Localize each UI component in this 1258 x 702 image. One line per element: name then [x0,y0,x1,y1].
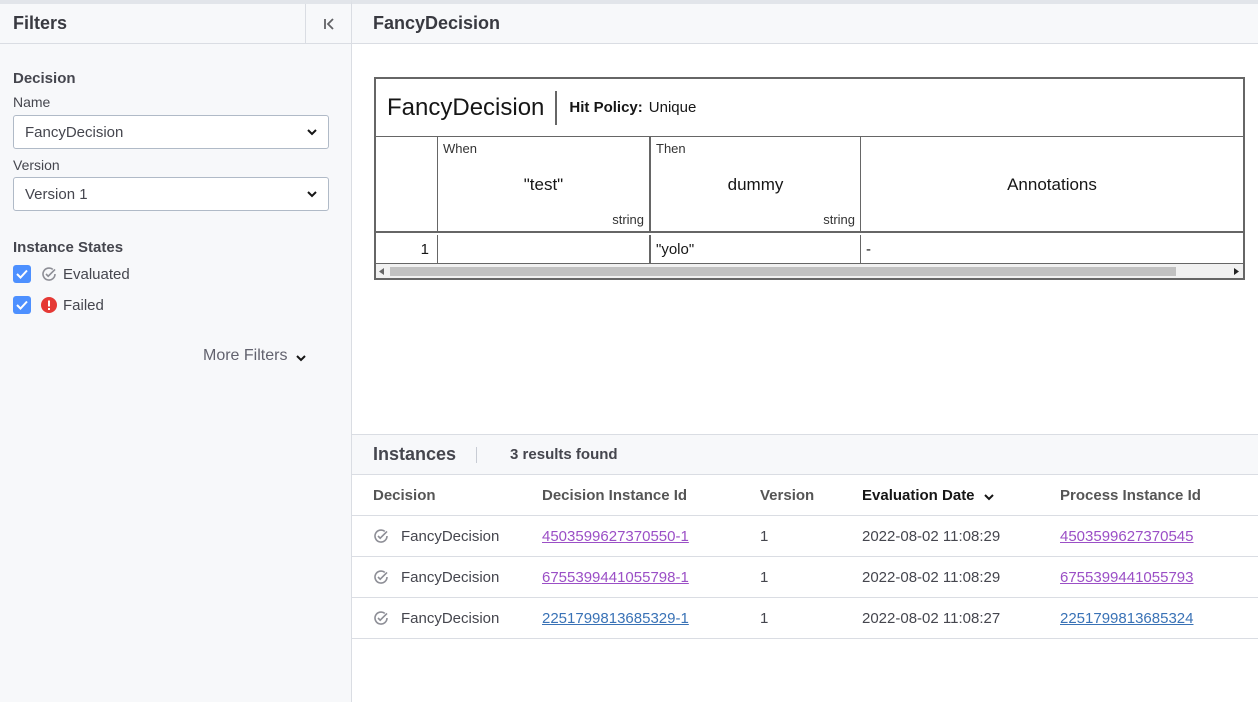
table-row: FancyDecision 6755399441055798-1 1 2022-… [352,557,1258,598]
output-header-cell[interactable]: Then dummy string [651,137,861,233]
evaluation-date-cell: 2022-08-02 11:08:29 [862,527,1001,545]
decision-section-label: Decision [13,70,76,87]
row-decision-cell: FancyDecision [373,598,499,638]
instances-header: Instances 3 results found [352,434,1258,475]
decision-instance-link[interactable]: 2251799813685329-1 [542,610,689,627]
output-name: dummy [727,175,784,194]
evaluated-label: Evaluated [63,265,130,283]
input-expression: "test" [523,175,564,194]
rule-input-cell [438,235,651,263]
annotations-header-cell: Annotations [861,137,1243,233]
col-version[interactable]: Version [760,475,814,515]
chevron-down-icon [307,129,317,136]
instances-table: Decision Decision Instance Id Version Ev… [352,475,1258,639]
name-select[interactable]: FancyDecision [13,115,329,149]
process-instance-link[interactable]: 2251799813685324 [1060,610,1193,627]
index-header-cell [376,137,438,233]
more-filters-button[interactable]: More Filters [203,347,307,365]
table-row: FancyDecision 4503599627370550-1 1 2022-… [352,516,1258,557]
filters-title: Filters [13,13,68,33]
filters-panel: Filters Decision Name FancyDecision Vers… [0,0,352,702]
hit-policy-label: Hit Policy: [569,99,643,116]
rule-annotation-cell: - [866,240,871,258]
decision-table-header: FancyDecision Hit Policy: Unique [376,79,1243,137]
process-instance-link[interactable]: 6755399441055793 [1060,569,1193,586]
sort-descending-icon [983,493,994,500]
instances-title: Instances [373,444,457,464]
version-cell: 1 [760,527,769,545]
failed-label: Failed [63,296,104,314]
checkmark-icon [16,269,28,279]
name-field-label: Name [13,94,51,110]
annotations-label: Annotations [1007,175,1097,194]
version-cell: 1 [760,609,769,627]
decision-name-cell: FancyDecision [401,609,500,627]
hit-policy-value: Unique [648,99,697,116]
evaluation-date-cell: 2022-08-02 11:08:27 [862,609,1001,627]
instances-panel: Instances 3 results found Decision Decis… [352,434,1258,702]
evaluation-date-cell: 2022-08-02 11:08:29 [862,568,1001,586]
col-decision-instance-id[interactable]: Decision Instance Id [542,475,687,515]
version-select-value: Version 1 [25,185,88,203]
page-title: FancyDecision [352,0,1258,44]
state-failed-row: Failed [13,296,104,314]
output-kind: Then [656,141,686,156]
scroll-left-icon[interactable] [379,268,385,275]
collapse-left-icon [323,18,334,30]
evaluated-checkbox[interactable] [13,265,31,283]
evaluated-state-icon [373,528,389,544]
filters-header: Filters [0,4,351,44]
name-select-value: FancyDecision [25,123,124,141]
table-header-row: Decision Decision Instance Id Version Ev… [352,475,1258,516]
failed-checkbox[interactable] [13,296,31,314]
decision-instance-link[interactable]: 4503599627370550-1 [542,528,689,545]
row-decision-cell: FancyDecision [373,516,499,556]
rule-output-cell: "yolo" [651,235,861,263]
input-kind: When [443,141,477,156]
col-process-instance-id[interactable]: Process Instance Id [1060,475,1201,515]
col-decision[interactable]: Decision [373,475,436,515]
table-row: FancyDecision 2251799813685329-1 1 2022-… [352,598,1258,639]
decision-viewer: FancyDecision Hit Policy: Unique When "t… [352,44,1258,434]
col-evaluation-date-label: Evaluation Date [862,486,975,504]
chevron-down-icon [296,354,307,361]
decision-name: FancyDecision [376,90,558,125]
rule-index: 1 [376,235,438,263]
header-divider [476,446,478,463]
horizontal-scrollbar[interactable] [376,263,1243,278]
collapse-panel-button[interactable] [305,4,351,44]
evaluated-state-icon [373,569,389,585]
decision-instance-link[interactable]: 6755399441055798-1 [542,569,689,586]
results-count: 3 results found [510,446,618,463]
state-evaluated-row: Evaluated [13,265,130,283]
row-decision-cell: FancyDecision [373,557,499,597]
checkmark-icon [16,300,28,310]
input-header-cell[interactable]: When "test" string [438,137,651,233]
instance-states-label: Instance States [13,239,124,256]
more-filters-label: More Filters [203,347,288,364]
chevron-down-icon [307,191,317,198]
scrollbar-thumb[interactable] [390,267,1176,276]
output-type: string [823,212,855,227]
version-field-label: Version [13,157,60,173]
version-cell: 1 [760,568,769,586]
decision-name-cell: FancyDecision [401,527,500,545]
process-instance-link[interactable]: 4503599627370545 [1060,528,1193,545]
evaluated-state-icon [373,610,389,626]
failed-icon [41,297,57,313]
main-content: FancyDecision FancyDecision Hit Policy: … [352,0,1258,702]
col-evaluation-date[interactable]: Evaluation Date [862,475,995,515]
decision-name-cell: FancyDecision [401,568,500,586]
version-select[interactable]: Version 1 [13,177,329,211]
input-type: string [612,212,644,227]
scroll-right-icon[interactable] [1233,268,1239,275]
evaluated-icon [41,266,57,282]
decision-table: FancyDecision Hit Policy: Unique When "t… [374,77,1245,280]
